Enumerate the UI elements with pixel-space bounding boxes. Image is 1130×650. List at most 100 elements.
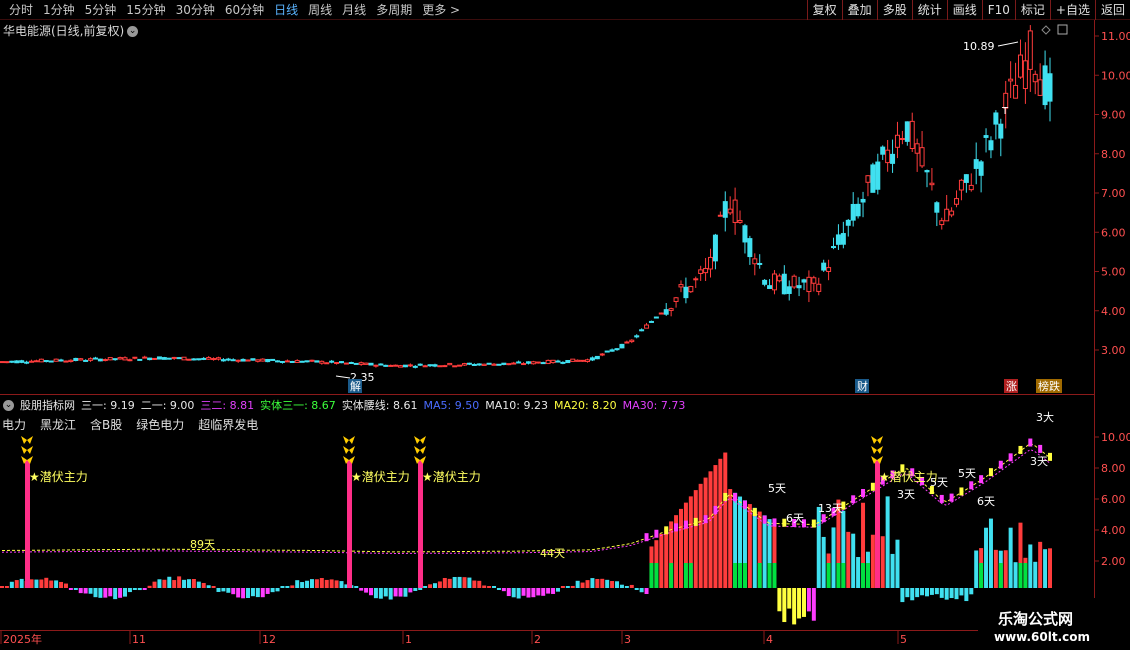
sector-tag[interactable]: 超临界发电 [198,416,258,433]
indicator-tick-label: 4.00 [1101,524,1126,537]
date-label: 12 [262,633,276,646]
sector-tag[interactable]: 绿色电力 [136,416,184,433]
indicator-bar [900,588,905,603]
indicator-bar [634,588,639,590]
candle-body [43,360,49,363]
indicator-bar [851,533,856,588]
candle-body [530,361,536,365]
indicator-bar [393,588,398,597]
indicator-candle [683,520,688,529]
candle-body [599,353,605,356]
wheat-icon [21,436,33,464]
candle-body [319,360,325,364]
indicator-bar [177,576,182,588]
sector-tag[interactable]: 电力 [2,416,26,433]
candle-body [38,358,44,363]
day-count-label: 3天 [1030,455,1048,468]
candle-body [624,341,630,344]
event-badge-label: 榜跌 [1038,379,1060,393]
indicator-bar [413,588,418,591]
indicator-bar [865,563,870,588]
indicator-bar [206,585,211,588]
candle-body [585,359,591,363]
indicator-bar [964,588,969,602]
date-label: 11 [132,633,146,646]
candle-body [658,312,664,315]
indicator-bar [664,527,669,588]
candle-body [988,140,994,151]
indicator-bar [275,588,280,592]
candle-body [501,362,507,365]
indicator-bar [1038,541,1043,588]
indicator-bar [546,588,551,594]
t-marker: T [1001,106,1009,117]
indicator-bar [1013,562,1018,588]
indicator-bar [713,465,718,588]
date-label: 1 [405,633,412,646]
indicator-bar [551,588,556,594]
indicator-candle [821,514,826,523]
candle-body [894,134,900,148]
indicator-bar [747,504,752,588]
indicator-bar [536,588,541,596]
indicator-bar [506,588,511,597]
sector-tag[interactable]: 含B股 [90,416,122,433]
indicator-bar [482,585,487,588]
candle-body [993,112,999,125]
indicator-candle [674,523,679,532]
sector-tag[interactable]: 黑龙江 [40,416,76,433]
signal-label: ★潜伏主力 [879,470,938,484]
diamond-icon [1041,25,1051,35]
candle-body [1032,73,1038,83]
indicator-bar [801,588,806,617]
indicator-bar [137,588,142,591]
indicator-value: MA10: 9.23 [485,398,548,412]
date-label: 4 [766,633,773,646]
candle-body [211,358,217,361]
indicator-value: 实体腰线: 8.61 [341,399,418,412]
indicator-bar [472,580,477,588]
indicator-bar [924,588,929,597]
candle-body [388,364,394,367]
indicator-bar [723,452,728,588]
indicator-line-ma30 [1,448,1051,554]
candle-body [747,238,753,258]
indicator-candle [762,515,767,524]
candle-body [220,359,226,362]
candle-body [540,362,546,365]
indicator-candle [861,488,866,497]
candle-body [516,361,522,364]
price-tick-label: 3.00 [1101,344,1126,357]
candle-body [570,358,576,362]
indicator-bar [467,577,472,588]
candle-body [816,283,822,292]
indicator-bar [383,588,388,597]
candle-body [53,358,59,362]
chart-canvas[interactable]: 11.00 10.00 9.00 8.00 7.00 6.00 5.00 4.00 3.00 10… [0,0,1130,650]
candle-body [791,275,797,288]
indicator-bar [974,550,979,588]
chevron-down-icon[interactable]: ⌄ [3,399,14,411]
candle-body [348,362,354,365]
indicator-bar [905,588,910,598]
indicator-tick-label: 2.00 [1101,555,1126,568]
indicator-candle [1038,444,1043,453]
indicator-bar [255,588,260,598]
candle-body [776,275,782,282]
candle-body [284,360,290,363]
indicator-bar [806,588,811,612]
price-tick-label: 6.00 [1101,226,1126,239]
candle-body [117,357,123,360]
candle-body [289,360,295,363]
candle-body [358,362,364,365]
indicator-bar [49,580,54,588]
candle-body [235,359,241,362]
indicator-bar [1043,549,1048,588]
candle-body [939,220,945,226]
indicator-bar [792,588,797,625]
indicator-bar [103,588,108,598]
candle-body [550,359,556,364]
indicator-bar [555,588,560,592]
indicator-candle [811,519,816,528]
indicator-bar [826,563,831,588]
